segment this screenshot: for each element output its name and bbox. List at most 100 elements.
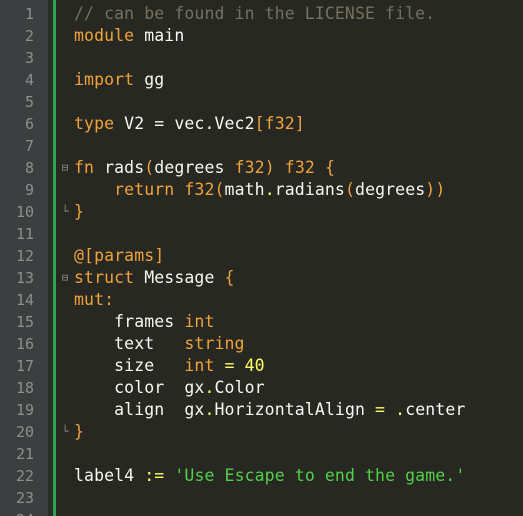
line-code: frames int	[74, 311, 214, 333]
line-number: 8	[24, 159, 34, 177]
code-token: type	[74, 114, 115, 133]
code-line[interactable]: 1 // can be found in the LICENSE file.	[0, 3, 523, 25]
line-code: mut:	[74, 289, 114, 311]
code-token: mut:	[74, 290, 115, 309]
line-code: }	[74, 421, 84, 443]
code-editor[interactable]: 1 // can be found in the LICENSE file. 2 mo…	[0, 0, 523, 516]
code-token: {	[324, 158, 335, 177]
code-line[interactable]: 20 └}	[0, 421, 523, 443]
code-token: }	[74, 202, 85, 221]
line-number: 21	[15, 445, 34, 463]
code-line[interactable]: 17 size int = 40	[0, 355, 523, 377]
code-token: module	[74, 26, 135, 45]
line-number: 16	[15, 335, 34, 353]
code-lines[interactable]: 1 // can be found in the LICENSE file. 2 mo…	[0, 3, 523, 516]
fold-toggle-icon[interactable]: ⊟	[58, 267, 72, 289]
code-token: .	[204, 378, 215, 397]
code-line[interactable]: 10 └}	[0, 201, 523, 223]
line-number: 14	[15, 291, 34, 309]
code-line[interactable]: 12 @[params]	[0, 245, 523, 267]
code-token: string	[184, 334, 245, 353]
line-code: label4 := 'Use Escape to end the game.'	[74, 465, 465, 487]
line-code: }	[74, 201, 84, 223]
code-token: V2 = vec.Vec2	[114, 114, 255, 133]
line-number: 2	[24, 27, 34, 45]
code-token: color gx	[74, 378, 205, 397]
line-code: type V2 = vec.Vec2[f32]	[74, 113, 305, 135]
code-line[interactable]: 22 label4 := 'Use Escape to end the game.…	[0, 465, 523, 487]
line-code: // can be found in the LICENSE file.	[74, 3, 435, 25]
code-token: f32	[234, 158, 265, 177]
line-number: 6	[24, 115, 34, 133]
code-line[interactable]: 19 align gx.HorizontalAlign = .center	[0, 399, 523, 421]
code-token: return	[114, 180, 175, 199]
line-code: @[params]	[74, 245, 164, 267]
fold-end-icon: └	[61, 425, 69, 438]
code-token: degrees	[355, 180, 426, 199]
code-line[interactable]: 4 import gg	[0, 69, 523, 91]
code-token: math	[224, 180, 265, 199]
code-token: HorizontalAlign	[214, 400, 376, 419]
code-token: label4	[74, 466, 145, 485]
code-token: f32	[184, 180, 215, 199]
code-token: degrees	[154, 158, 235, 177]
line-number: 7	[24, 137, 34, 155]
code-token: Color	[214, 378, 265, 397]
code-token: 40	[244, 356, 265, 375]
code-line[interactable]: 11	[0, 223, 523, 245]
code-line[interactable]: 8 ⊟ fn rads(degrees f32) f32 {	[0, 157, 523, 179]
code-token: gg	[134, 70, 165, 89]
code-token: radians	[274, 180, 345, 199]
code-line[interactable]: 18 color gx.Color	[0, 377, 523, 399]
code-line[interactable]: 15 frames int	[0, 311, 523, 333]
code-line[interactable]: 2 module main	[0, 25, 523, 47]
code-line[interactable]: 9 return f32(math.radians(degrees))	[0, 179, 523, 201]
fold-toggle-icon[interactable]: ⊟	[58, 157, 72, 179]
line-number: 1	[24, 5, 34, 23]
code-token: =	[375, 400, 386, 419]
line-number: 13	[15, 269, 34, 287]
code-line[interactable]: 5	[0, 91, 523, 113]
code-token: int	[184, 356, 215, 375]
line-number: 9	[24, 181, 34, 199]
line-number: 12	[15, 247, 34, 265]
code-token: fn	[74, 158, 95, 177]
code-line[interactable]: 16 text string	[0, 333, 523, 355]
line-code: struct Message {	[74, 267, 235, 289]
code-line[interactable]: 14 mut:	[0, 289, 523, 311]
code-line[interactable]: 13 ⊟ struct Message {	[0, 267, 523, 289]
line-code: module main	[74, 25, 184, 47]
code-line[interactable]: 21	[0, 443, 523, 465]
line-number: 10	[15, 203, 34, 221]
code-token: center	[405, 400, 466, 419]
line-number: 23	[15, 489, 34, 507]
line-code: text string	[74, 333, 245, 355]
code-line[interactable]: 23	[0, 487, 523, 509]
code-line[interactable]: 24	[0, 509, 523, 516]
code-token: import	[74, 70, 135, 89]
code-line[interactable]: 6 type V2 = vec.Vec2[f32]	[0, 113, 523, 135]
code-token: // can be found in the LICENSE file.	[74, 4, 436, 23]
line-code: color gx.Color	[74, 377, 265, 399]
line-number: 17	[15, 357, 34, 375]
line-number: 22	[15, 467, 34, 485]
line-code: fn rads(degrees f32) f32 {	[74, 157, 335, 179]
code-line[interactable]: 3	[0, 47, 523, 69]
code-token: (	[144, 158, 155, 177]
code-token: f32	[284, 158, 315, 177]
code-token: :=	[144, 466, 165, 485]
code-token: }	[74, 422, 85, 441]
code-token: size	[74, 356, 185, 375]
code-line[interactable]: 7	[0, 135, 523, 157]
code-token: Message	[134, 268, 225, 287]
code-token: ))	[425, 180, 446, 199]
code-token: struct	[74, 268, 135, 287]
line-number: 4	[24, 71, 34, 89]
